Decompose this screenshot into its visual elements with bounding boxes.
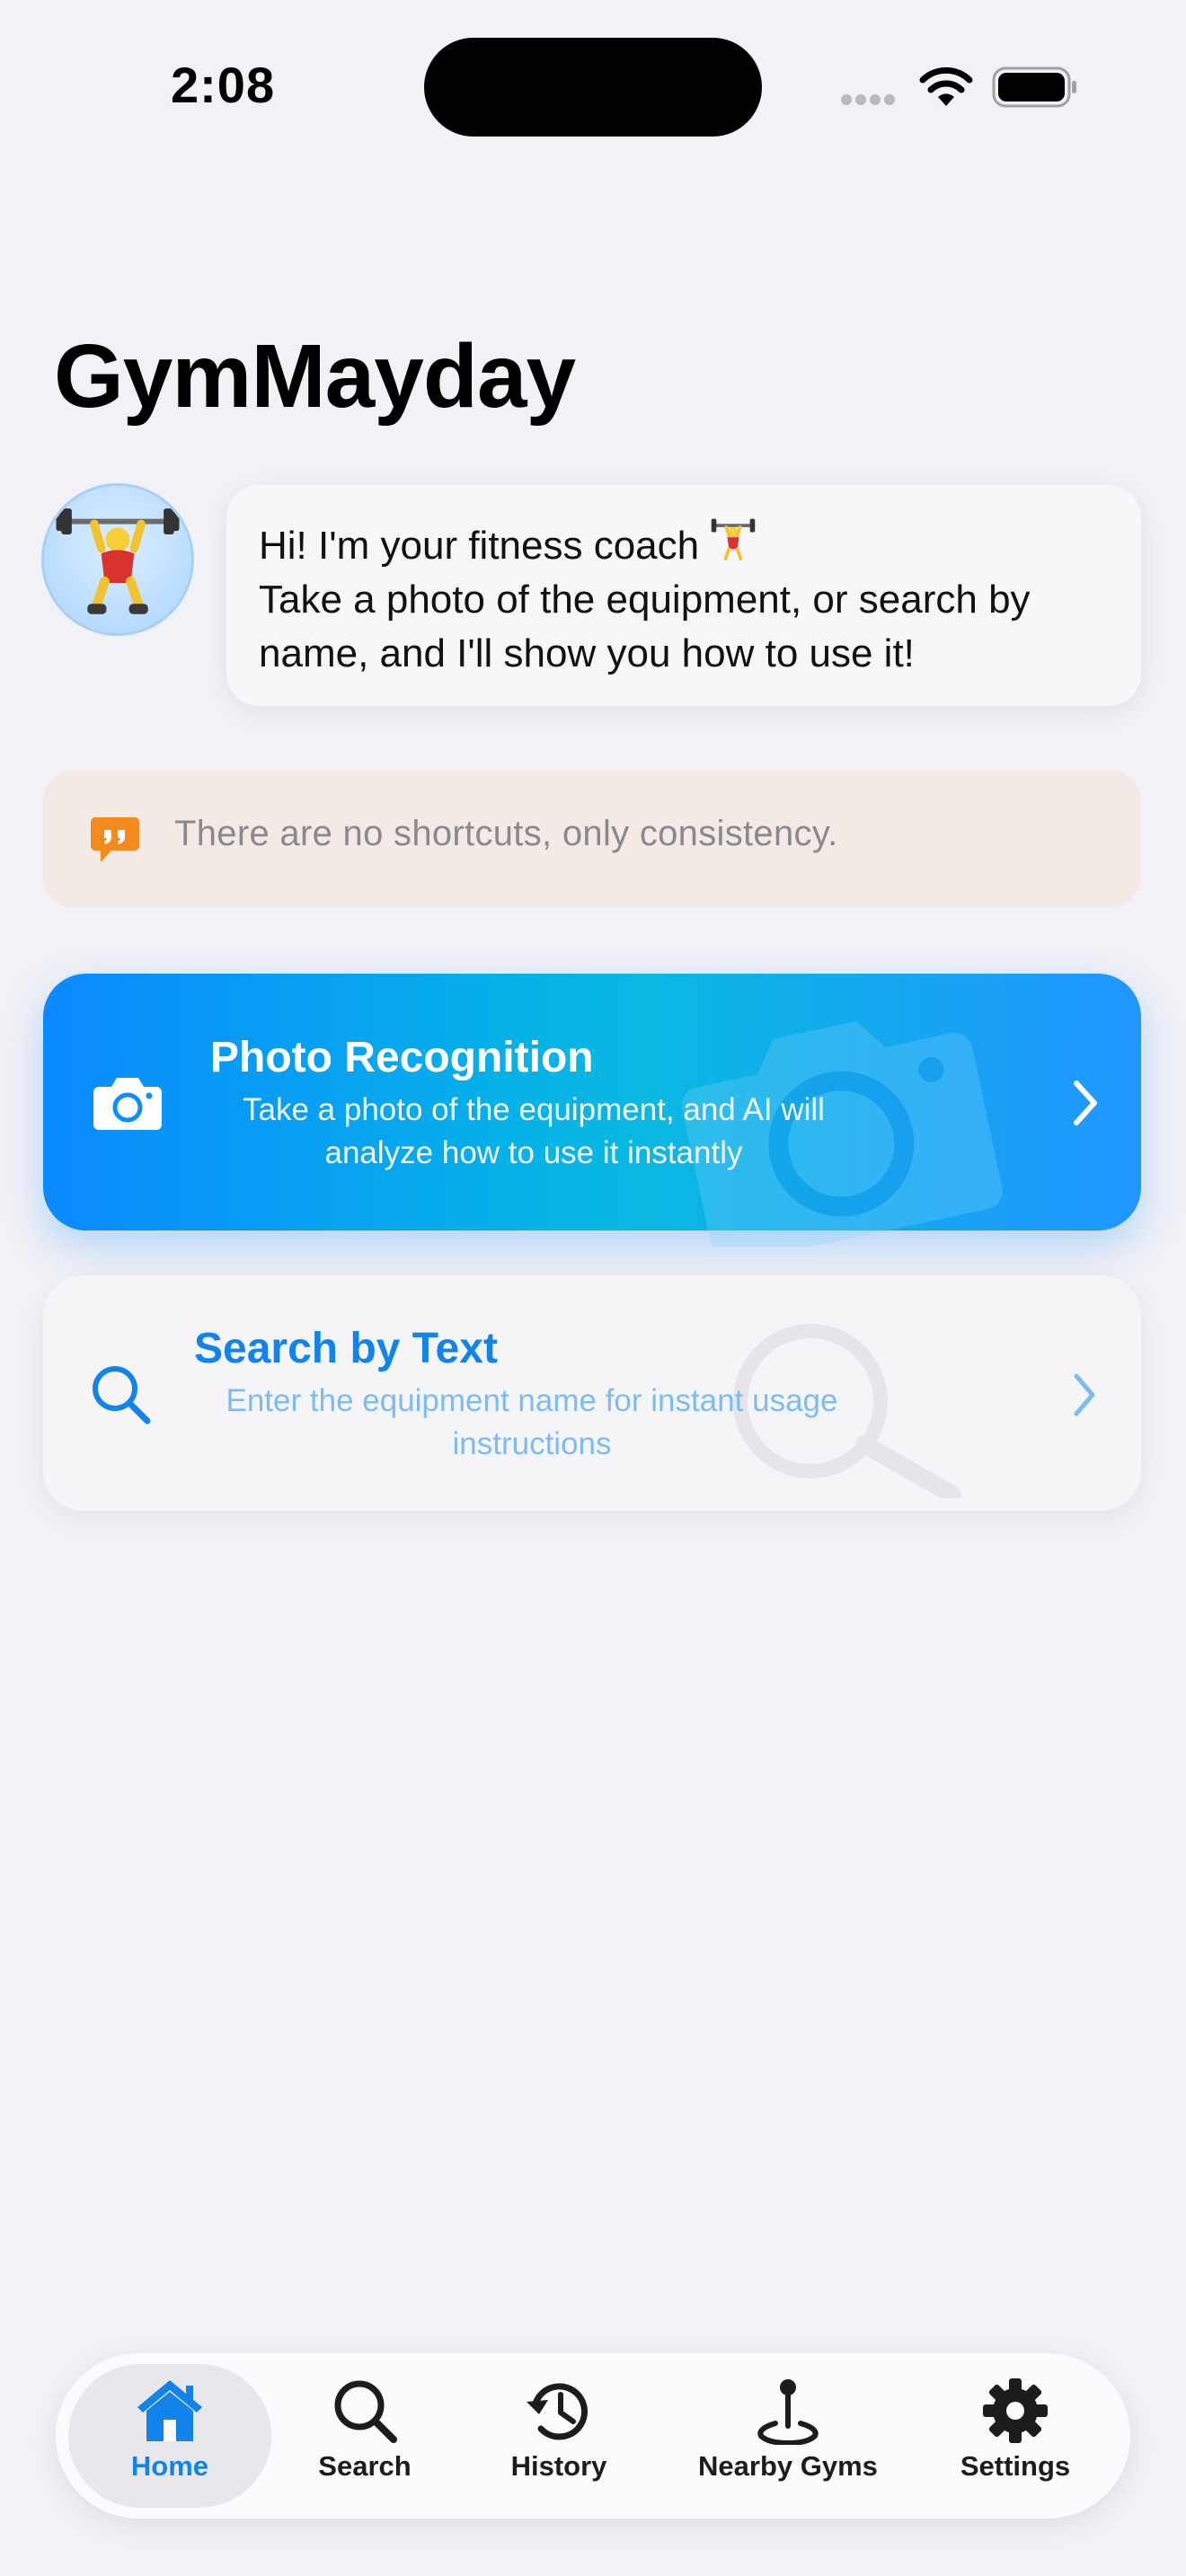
quote-text: There are no shortcuts, only consistency… <box>174 814 838 853</box>
search-icon <box>93 1366 151 1425</box>
tab-settings[interactable]: Settings <box>942 2377 1089 2483</box>
tab-home-label: Home <box>130 2450 209 2482</box>
coach-line-2: Take a photo of the equipment, or search… <box>259 578 1031 622</box>
tab-home[interactable]: Home <box>104 2377 235 2483</box>
dynamic-island <box>424 38 762 137</box>
cellular-signal-icon <box>841 93 904 106</box>
tab-history[interactable]: History <box>487 2377 631 2483</box>
coach-greeting: Hi! I'm your fitness coach <box>259 524 700 568</box>
chevron-right-icon <box>1074 1373 1095 1416</box>
weightlifter-icon <box>56 508 180 614</box>
tab-search-label: Search <box>318 2450 412 2482</box>
photo-recognition-subtitle: Take a photo of the equipment, and AI wi… <box>243 1092 825 1170</box>
tab-history-label: History <box>510 2450 607 2482</box>
search-by-text-title: Search by Text <box>194 1325 498 1372</box>
tab-nearby-gyms[interactable]: Nearby Gyms <box>688 2377 888 2483</box>
search-by-text-subtitle: Enter the equipment name for instant usa… <box>226 1383 838 1461</box>
gear-icon <box>983 2378 1048 2443</box>
tab-settings-label: Settings <box>960 2450 1071 2482</box>
camera-icon <box>93 1078 162 1130</box>
pin-icon <box>757 2379 819 2445</box>
tab-nearby-gyms-label: Nearby Gyms <box>698 2450 878 2482</box>
battery-icon <box>992 66 1076 108</box>
chevron-right-icon <box>1074 1081 1097 1125</box>
photo-recognition-title: Photo Recognition <box>210 1034 594 1081</box>
weightlifter-emoji-icon <box>711 518 756 561</box>
search-icon <box>334 2380 397 2443</box>
wifi-icon <box>919 66 973 106</box>
quote-bubble-icon <box>91 817 139 862</box>
home-icon <box>137 2380 202 2441</box>
history-icon <box>527 2383 588 2440</box>
app-title: GymMayday <box>54 326 576 427</box>
status-time: 2:08 <box>171 57 276 113</box>
coach-line-3: name, and I'll show you how to use it! <box>259 631 915 675</box>
coach-avatar <box>41 483 194 636</box>
coach-message: Hi! I'm your fitness coach Take a photo … <box>259 514 1121 681</box>
tab-search[interactable]: Search <box>293 2377 437 2483</box>
